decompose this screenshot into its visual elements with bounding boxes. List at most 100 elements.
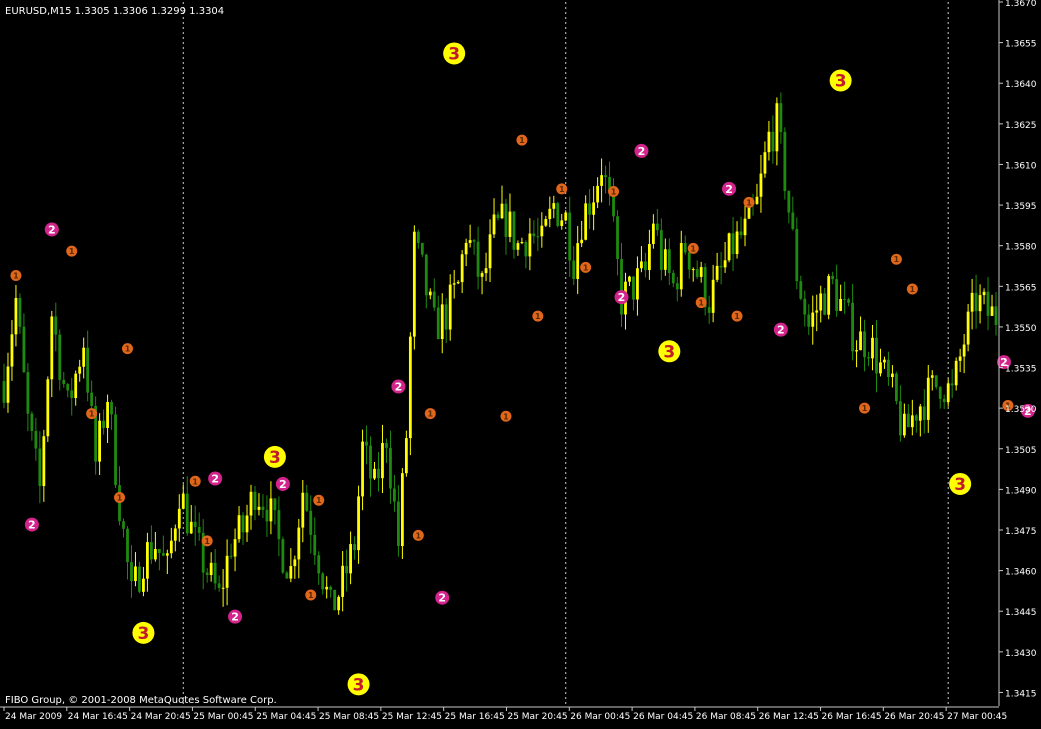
candle-body — [110, 401, 113, 415]
candle-body — [22, 326, 26, 373]
candle-body — [365, 441, 368, 446]
marker-label: 2 — [395, 380, 403, 393]
price-tick-label: 1.3415 — [1005, 689, 1037, 699]
candle-body — [106, 401, 109, 428]
candle-body — [496, 214, 500, 219]
candle-body — [839, 298, 843, 311]
candle-body — [408, 336, 412, 439]
marker-level-1: 1 — [305, 589, 317, 601]
price-tick-label: 1.3490 — [1005, 486, 1037, 496]
candle-body — [397, 501, 400, 547]
candle-body — [189, 521, 193, 534]
marker-level-1: 1 — [859, 402, 871, 414]
candle-body — [353, 544, 356, 551]
marker-level-3: 3 — [658, 340, 681, 363]
candle-body — [177, 508, 181, 529]
candle-body — [261, 506, 265, 510]
candle-body — [823, 293, 827, 315]
marker-label: 1 — [559, 185, 565, 194]
candle-body — [795, 229, 799, 282]
candle-body — [412, 231, 416, 337]
candle-body — [683, 243, 687, 253]
time-tick-label: 25 Mar 20:45 — [507, 712, 567, 722]
marker-label: 1 — [611, 188, 617, 197]
candle-body — [651, 223, 655, 245]
price-tick-label: 1.3550 — [1005, 324, 1037, 334]
marker-label: 1 — [503, 412, 509, 421]
candle-body — [484, 268, 488, 274]
candle-body — [982, 291, 986, 296]
chart-title: EURUSD,M15 1.3305 1.3306 1.3299 1.3304 — [5, 6, 224, 17]
price-tick-label: 1.3475 — [1005, 527, 1037, 537]
candle-body — [2, 381, 6, 403]
candle-body — [464, 242, 468, 255]
candle-body — [958, 356, 962, 361]
candle-body — [428, 291, 432, 296]
marker-level-1: 1 — [189, 475, 201, 487]
price-tick-label: 1.3505 — [1005, 446, 1037, 456]
candle-body — [779, 103, 783, 132]
candle-body — [667, 249, 671, 273]
marker-label: 3 — [663, 342, 675, 362]
marker-label: 2 — [28, 519, 36, 532]
marker-level-1: 1 — [608, 186, 620, 198]
candle-body — [361, 441, 364, 497]
candle-body — [520, 242, 524, 244]
candle-body — [648, 244, 651, 271]
time-tick-label: 26 Mar 20:45 — [884, 712, 944, 722]
price-tick-label: 1.3640 — [1005, 80, 1037, 90]
candle-body — [233, 539, 237, 557]
price-tick-label: 1.3520 — [1005, 405, 1037, 415]
marker-level-1: 1 — [10, 269, 22, 281]
candle-body — [424, 254, 428, 296]
candle-body — [444, 304, 448, 330]
price-chart[interactable]: 1 2 2 1 1 1 1 3 1 1 2 2 3 2 1 1 3 2 1 1 2 3 1 1 1 1 1 1 2 2 3 1 1 2 1 1 2 3 1 1… — [0, 0, 1041, 725]
marker-level-2: 2 — [614, 290, 629, 305]
candle-body — [217, 583, 221, 588]
marker-label: 2 — [231, 611, 239, 624]
price-tick-label: 1.3535 — [1005, 365, 1037, 375]
marker-label: 1 — [862, 404, 868, 413]
candle-body — [628, 276, 631, 282]
candle-body — [883, 359, 886, 363]
candle-body — [707, 307, 711, 313]
candle-body — [205, 572, 209, 576]
price-tick-label: 1.3655 — [1005, 40, 1037, 50]
candle-body — [819, 293, 823, 311]
marker-level-3: 3 — [347, 673, 370, 696]
candle-body — [309, 510, 313, 535]
time-tick-label: 26 Mar 04:45 — [633, 712, 693, 722]
candle-body — [755, 196, 759, 204]
candle-body — [142, 578, 145, 592]
marker-label: 3 — [954, 475, 966, 495]
candle-body — [556, 203, 560, 226]
marker-level-1: 1 — [86, 408, 98, 420]
candle-body — [962, 344, 966, 357]
candle-body — [803, 298, 807, 315]
candle-body — [389, 447, 392, 489]
marker-label: 1 — [308, 591, 314, 600]
marker-label: 1 — [894, 255, 900, 264]
marker-label: 3 — [448, 44, 460, 64]
marker-level-2: 2 — [435, 590, 450, 605]
candle-body — [719, 265, 723, 268]
candle-body — [891, 373, 894, 378]
marker-label: 1 — [13, 271, 19, 280]
candle-body — [265, 509, 269, 522]
candle-body — [269, 498, 273, 522]
candle-body — [34, 430, 38, 449]
candle-body — [799, 281, 803, 299]
candle-body — [153, 548, 157, 560]
candle-body — [289, 566, 293, 579]
candle-body — [815, 310, 819, 313]
marker-level-3: 3 — [949, 472, 972, 495]
candle-body — [42, 436, 46, 487]
candle-body — [528, 233, 532, 257]
chart-svg[interactable]: 1 2 2 1 1 1 1 3 1 1 2 2 3 2 1 1 3 2 1 1 2 3 1 1 1 1 1 1 2 2 3 1 1 2 1 1 2 3 1 1… — [0, 0, 1041, 725]
marker-label: 1 — [69, 247, 75, 256]
candle-body — [572, 260, 576, 279]
marker-level-1: 1 — [580, 261, 592, 273]
candle-body — [902, 413, 906, 436]
candle-body — [325, 586, 329, 590]
candle-body — [273, 498, 277, 511]
